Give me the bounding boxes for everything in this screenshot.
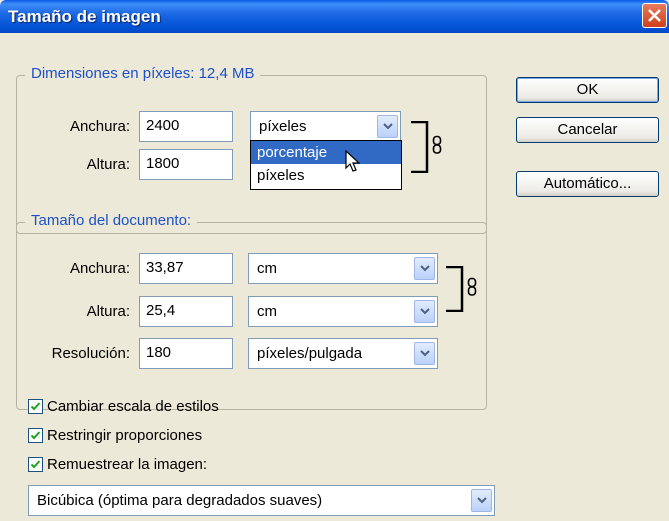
pixel-height-input[interactable]: 1800: [139, 149, 233, 180]
constrain-proportions-label: Restringir proporciones: [47, 427, 203, 444]
pixel-width-label: Anchura:: [69, 118, 130, 135]
pixel-height-unit-dropdown[interactable]: porcentaje píxeles: [250, 140, 402, 190]
resample-method-select[interactable]: Bicúbica (óptima para degradados suaves): [28, 485, 495, 516]
doc-width-input[interactable]: 33,87: [139, 253, 233, 284]
mouse-cursor-icon: [345, 150, 361, 172]
checkbox-checked-icon[interactable]: [28, 428, 43, 443]
dialog-title: Tamaño de imagen: [8, 7, 161, 26]
pixel-height-label: Altura:: [86, 156, 130, 173]
chain-link-icon: [432, 135, 442, 154]
checkbox-checked-icon[interactable]: [28, 457, 43, 472]
scale-styles-label: Cambiar escala de estilos: [47, 398, 219, 415]
checkbox-checked-icon[interactable]: [28, 399, 43, 414]
resolution-input[interactable]: 180: [139, 338, 233, 369]
auto-button[interactable]: Automático...: [516, 171, 659, 197]
doc-height-input[interactable]: 25,4: [139, 296, 233, 327]
pixel-width-input[interactable]: 2400: [139, 111, 233, 142]
ok-button[interactable]: OK: [516, 77, 659, 103]
resample-method-value: Bicúbica (óptima para degradados suaves): [37, 492, 323, 509]
pixel-width-unit-value: píxeles: [259, 118, 307, 135]
resample-label: Remuestrear la imagen:: [47, 456, 208, 473]
doc-height-unit-value: cm: [257, 303, 277, 320]
close-icon: [648, 9, 661, 22]
dropdown-option-porcentaje[interactable]: porcentaje: [251, 141, 401, 164]
doc-height-unit-select[interactable]: cm: [248, 296, 438, 327]
doc-width-unit-value: cm: [257, 260, 277, 277]
pixel-dimensions-legend: Dimensiones en píxeles: 12,4 MB: [25, 65, 261, 82]
resolution-unit-select[interactable]: píxeles/pulgada: [248, 338, 438, 369]
document-size-legend: Tamaño del documento:: [25, 212, 198, 229]
cancel-button[interactable]: Cancelar: [516, 117, 659, 143]
chain-link-icon: [467, 277, 477, 296]
dropdown-arrow-icon[interactable]: [377, 115, 398, 138]
dropdown-arrow-icon[interactable]: [414, 300, 435, 323]
doc-width-unit-select[interactable]: cm: [248, 253, 438, 284]
dropdown-arrow-icon[interactable]: [471, 489, 492, 512]
dropdown-arrow-icon[interactable]: [414, 257, 435, 280]
dropdown-option-pixeles[interactable]: píxeles: [251, 164, 401, 187]
dropdown-arrow-icon[interactable]: [414, 342, 435, 365]
resolution-label: Resolución:: [51, 345, 130, 362]
constrain-proportions-checkbox[interactable]: Restringir proporciones: [28, 427, 202, 444]
resolution-unit-value: píxeles/pulgada: [257, 345, 363, 362]
title-bar[interactable]: Tamaño de imagen: [0, 0, 669, 33]
doc-height-label: Altura:: [86, 303, 130, 320]
doc-width-label: Anchura:: [69, 260, 130, 277]
scale-styles-checkbox[interactable]: Cambiar escala de estilos: [28, 398, 219, 415]
close-button[interactable]: [642, 3, 667, 28]
resample-checkbox[interactable]: Remuestrear la imagen:: [28, 456, 207, 473]
dialog-body: Dimensiones en píxeles: 12,4 MB Anchura:…: [0, 33, 669, 521]
pixel-width-unit-select[interactable]: píxeles: [250, 111, 401, 142]
